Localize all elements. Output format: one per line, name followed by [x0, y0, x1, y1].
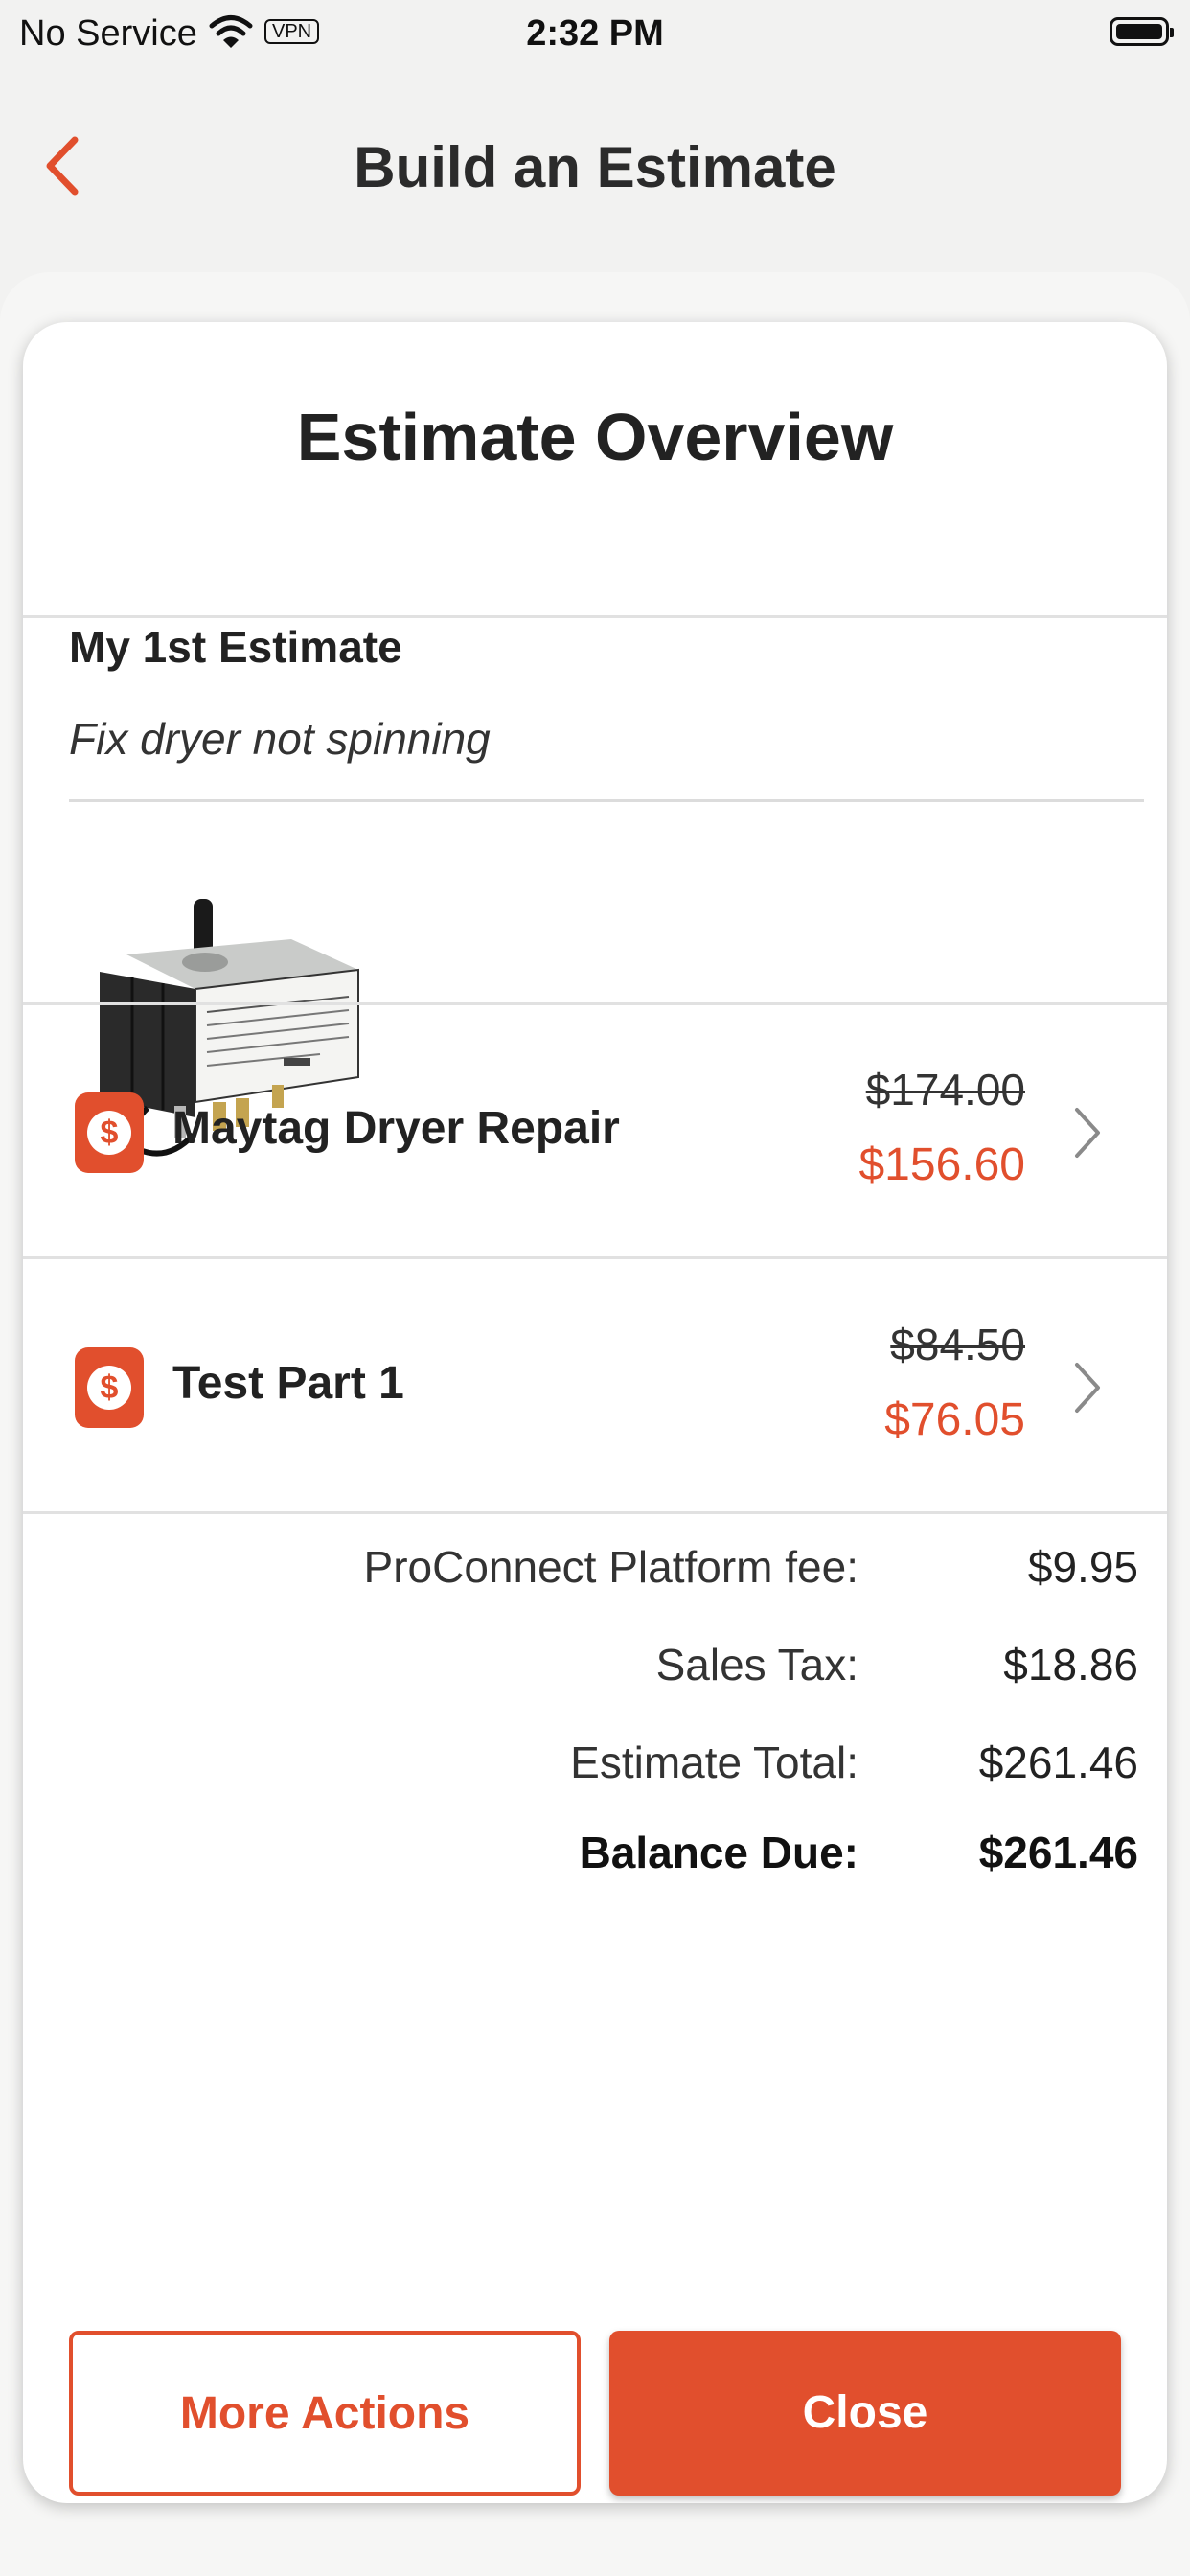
divider — [23, 1511, 1167, 1514]
line-item-name: Test Part 1 — [172, 1358, 404, 1409]
summary-value: $9.95 — [1027, 1542, 1138, 1592]
discounted-price: $76.05 — [884, 1394, 1025, 1445]
chevron-right-icon — [1075, 1108, 1100, 1158]
estimate-overview-card: Estimate Overview My 1st Estimate Fix dr… — [23, 322, 1167, 2503]
summary-value: $261.46 — [978, 1828, 1138, 1877]
more-actions-button[interactable]: More Actions — [69, 2331, 581, 2496]
original-price: $174.00 — [865, 1065, 1025, 1115]
dollar-icon: $ — [75, 1347, 144, 1428]
clock: 2:32 PM — [526, 13, 664, 54]
summary-label: Sales Tax: — [655, 1640, 858, 1690]
status-bar: No Service VPN 2:32 PM — [0, 0, 1190, 75]
discounted-price: $156.60 — [858, 1139, 1025, 1190]
card-title: Estimate Overview — [296, 400, 894, 474]
bottom-sheet: Estimate Overview My 1st Estimate Fix dr… — [0, 272, 1190, 2576]
summary-value: $18.86 — [1003, 1640, 1138, 1690]
divider — [23, 615, 1167, 618]
summary-label: Balance Due: — [579, 1828, 858, 1877]
platform-fee-row: ProConnect Platform fee: $9.95 — [23, 1541, 1167, 1608]
sales-tax-row: Sales Tax: $18.86 — [23, 1639, 1167, 1706]
summary-label: ProConnect Platform fee: — [363, 1542, 858, 1592]
line-item-test-part-1[interactable]: $ Test Part 1 $84.50 $76.05 — [23, 1259, 1167, 1510]
page-title: Build an Estimate — [354, 135, 836, 199]
summary-label: Estimate Total: — [570, 1737, 858, 1787]
close-button[interactable]: Close — [609, 2331, 1121, 2496]
estimate-description: Fix dryer not spinning — [69, 714, 491, 764]
divider — [69, 799, 1144, 802]
battery-icon — [1110, 17, 1174, 46]
original-price: $84.50 — [890, 1320, 1025, 1369]
nav-bar: Build an Estimate — [0, 115, 1190, 220]
estimate-total-row: Estimate Total: $261.46 — [23, 1736, 1167, 1804]
balance-due-row: Balance Due: $261.46 — [23, 1827, 1167, 1894]
line-item-name: Maytag Dryer Repair — [172, 1103, 620, 1154]
estimate-name: My 1st Estimate — [69, 622, 402, 672]
chevron-right-icon — [1075, 1363, 1100, 1413]
summary-value: $261.46 — [978, 1737, 1138, 1787]
line-item-maytag-dryer-repair[interactable]: $ Maytag Dryer Repair $174.00 $156.60 — [23, 1004, 1167, 1255]
dollar-icon: $ — [75, 1092, 144, 1173]
